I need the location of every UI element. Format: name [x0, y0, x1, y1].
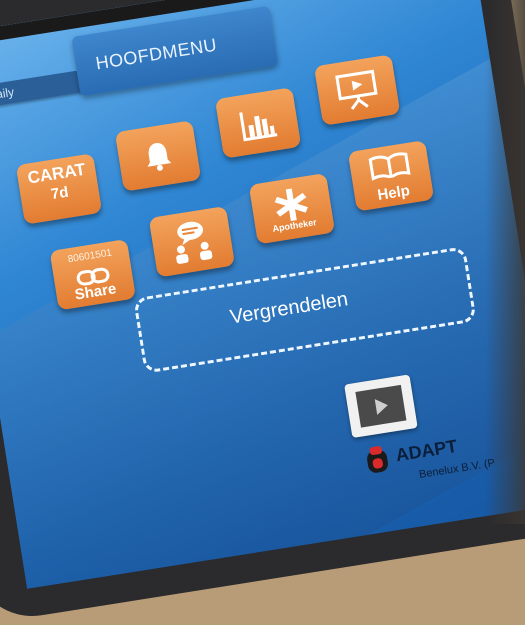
share-code: 80601501 — [67, 247, 113, 266]
daily-tab-label: daily — [0, 84, 15, 103]
book-icon — [368, 152, 411, 181]
adapt-logo-icon — [367, 446, 388, 473]
presentation-button[interactable] — [313, 54, 401, 126]
statistics-button[interactable] — [214, 87, 302, 159]
page-title: HOOFDMENU — [94, 34, 219, 74]
presentation-icon — [335, 69, 378, 110]
bar-chart-icon — [239, 112, 278, 142]
play-video-area — [355, 384, 407, 428]
bell-icon — [147, 143, 172, 171]
lock-label: Vergrendelen — [228, 288, 350, 329]
carat-7d-button[interactable]: CARAT 7d — [15, 153, 103, 225]
chat-button[interactable] — [148, 206, 236, 278]
notifications-button[interactable] — [114, 120, 202, 192]
help-button[interactable]: Help — [347, 140, 435, 212]
chat-people-icon — [176, 221, 213, 264]
help-label: Help — [376, 182, 412, 205]
brand-name: ADAPT — [394, 435, 459, 466]
phone-edge-shadow — [485, 0, 525, 524]
play-icon — [374, 399, 388, 415]
play-button[interactable] — [344, 374, 418, 439]
daily-tab[interactable]: daily — [0, 70, 83, 111]
phone-screen: daily HOOFDMENU CARAT 7d 80601501 Share … — [0, 0, 525, 589]
pharmacist-button[interactable]: Apotheker — [248, 172, 336, 245]
share-button[interactable]: 80601501 Share — [49, 238, 137, 311]
